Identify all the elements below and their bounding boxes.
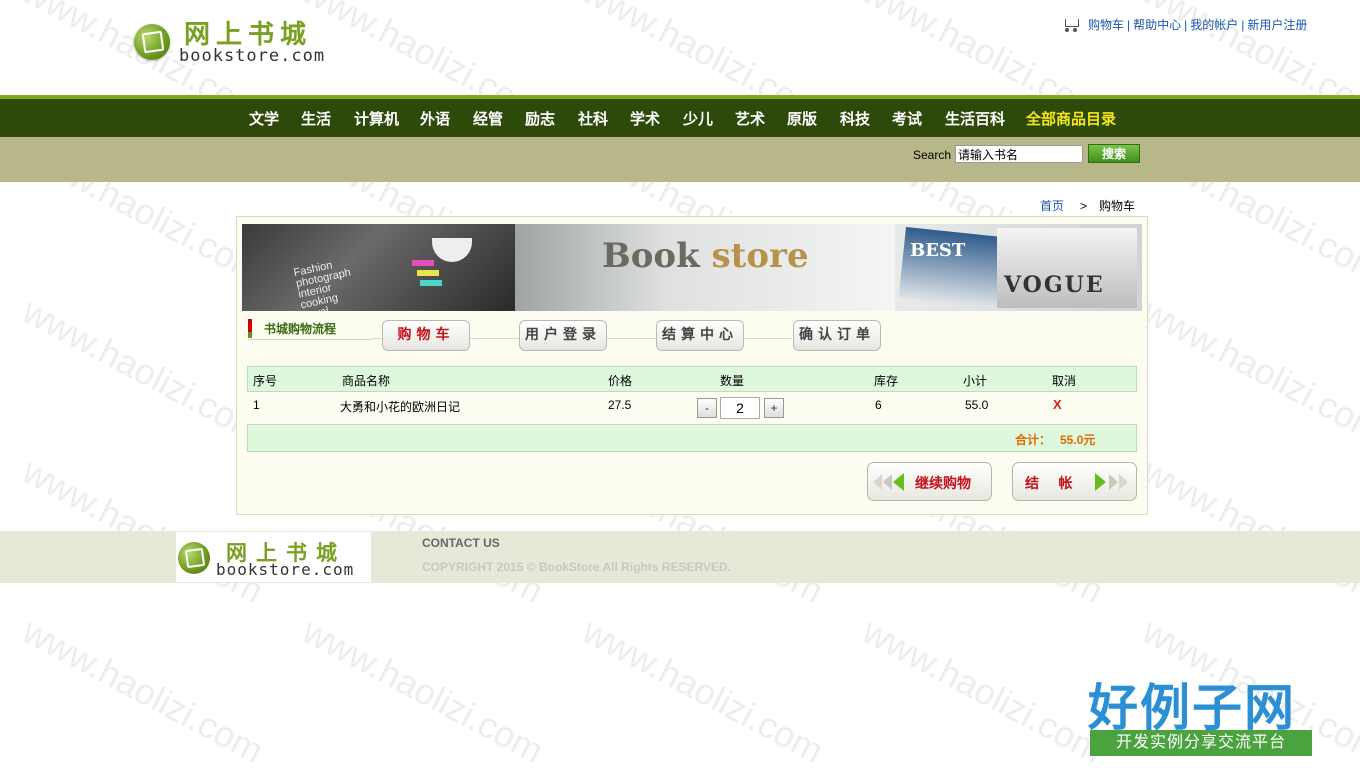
watermark-text: www.haolizi.com xyxy=(16,609,271,772)
nav-item-social-science[interactable]: 社科 xyxy=(578,108,608,129)
nav-item-children[interactable]: 少儿 xyxy=(683,108,713,129)
nav-item-life[interactable]: 生活 xyxy=(301,108,331,129)
row-book-name[interactable]: 大勇和小花的欧洲日记 xyxy=(340,398,460,415)
col-index: 序号 xyxy=(253,374,278,388)
col-name: 商品名称 xyxy=(342,374,391,388)
nav-item-inspiration[interactable]: 励志 xyxy=(525,108,555,129)
banner-brand: Book store xyxy=(602,236,809,276)
col-cancel: 取消 xyxy=(1052,374,1077,388)
search-input[interactable] xyxy=(955,145,1083,163)
nav-item-art[interactable]: 艺术 xyxy=(735,108,765,129)
row-index: 1 xyxy=(253,398,260,412)
link-account[interactable]: 我的帐户 xyxy=(1190,18,1238,32)
nav-item-technology[interactable]: 科技 xyxy=(840,108,870,129)
watermark-text: www.haolizi.com xyxy=(1136,289,1360,452)
nav-item-all-catalog[interactable]: 全部商品目录 xyxy=(1026,108,1116,129)
total-value: 55.0元 xyxy=(1060,433,1096,447)
nav-item-original[interactable]: 原版 xyxy=(787,108,817,129)
footer-logo-text-en: bookstore.com xyxy=(216,560,355,579)
top-links: 购物车 | 帮助中心 | 我的帐户 | 新用户注册 xyxy=(1062,16,1307,33)
row-price: 27.5 xyxy=(608,398,632,412)
logo-icon xyxy=(134,24,170,60)
search-bar xyxy=(0,137,1360,182)
magazine-title-2: VOGUE xyxy=(1004,272,1105,298)
total-label: 合计： xyxy=(1015,433,1052,447)
col-stock: 库存 xyxy=(874,374,899,388)
col-price: 价格 xyxy=(608,374,633,388)
search-button[interactable]: 搜索 xyxy=(1088,144,1140,163)
nav-item-literature[interactable]: 文学 xyxy=(249,108,279,129)
watermark-text: www.haolizi.com xyxy=(856,609,1111,772)
checkout-button[interactable]: 结 帐 xyxy=(1012,462,1137,501)
qty-input[interactable] xyxy=(720,397,760,419)
nav-item-academic[interactable]: 学术 xyxy=(630,108,660,129)
shopping-cart-icon xyxy=(1062,17,1080,32)
category-nav: 文学 生活 计算机 外语 经管 励志 社科 学术 少儿 艺术 原版 科技 考试 … xyxy=(0,99,1360,137)
step-checkout-center: 结算中心 xyxy=(656,320,744,351)
continue-shopping-button[interactable]: 继续购物 xyxy=(867,462,992,501)
total-bar xyxy=(247,424,1137,452)
nav-item-encyclopedia[interactable]: 生活百科 xyxy=(945,108,1005,129)
coffee-cup-image xyxy=(432,238,472,262)
banner-photo: Fashion photograph interior cooking nove… xyxy=(242,224,515,311)
flow-title: 书城购物流程 xyxy=(248,319,372,340)
watermark-text: www.haolizi.com xyxy=(576,609,831,772)
link-register[interactable]: 新用户注册 xyxy=(1247,18,1307,32)
copyright-text: COPYRIGHT 2015 © BookStore All Rights RE… xyxy=(422,560,731,574)
nav-item-exam[interactable]: 考试 xyxy=(892,108,922,129)
link-cart[interactable]: 购物车 xyxy=(1088,18,1124,32)
remove-item-button[interactable]: X xyxy=(1053,397,1062,412)
col-quantity: 数量 xyxy=(720,374,745,388)
nav-item-foreign-language[interactable]: 外语 xyxy=(420,108,450,129)
watermark-text: www.haolizi.com xyxy=(16,289,271,452)
contact-us-link[interactable]: CONTACT US xyxy=(422,536,500,550)
breadcrumb-current: 购物车 xyxy=(1099,199,1136,213)
breadcrumb-separator: > xyxy=(1080,199,1088,213)
step-confirm-order: 确认订单 xyxy=(793,320,881,351)
nav-item-computer[interactable]: 计算机 xyxy=(354,108,399,129)
nav-item-management[interactable]: 经管 xyxy=(473,108,503,129)
bookstore-banner: Fashion photograph interior cooking nove… xyxy=(242,224,1142,311)
back-arrow-icon xyxy=(873,474,882,490)
col-subtotal: 小计 xyxy=(963,374,988,388)
qty-decrement-button[interactable]: - xyxy=(697,398,717,418)
watermark-text: www.haolizi.com xyxy=(296,609,551,772)
footer-logo-icon xyxy=(178,542,210,574)
breadcrumb: 首页 > 购物车 xyxy=(1040,197,1135,214)
step-login: 用户登录 xyxy=(519,320,607,351)
qty-increment-button[interactable]: + xyxy=(764,398,784,418)
banner-photo-words: Fashion photograph interior cooking nove… xyxy=(292,259,352,311)
link-help[interactable]: 帮助中心 xyxy=(1133,18,1181,32)
forward-arrow-icon xyxy=(1095,473,1106,491)
step-cart: 购物车 xyxy=(382,320,470,351)
row-subtotal: 55.0 xyxy=(965,398,989,412)
corner-watermark: 好例子网 开发实例分享交流平台 xyxy=(1088,668,1312,758)
breadcrumb-home[interactable]: 首页 xyxy=(1040,199,1064,213)
search-label: Search xyxy=(913,148,952,162)
site-logo[interactable]: 网上书城 bookstore.com xyxy=(134,14,344,66)
logo-text-en: bookstore.com xyxy=(179,46,326,66)
magazine-title-1: BEST xyxy=(910,240,966,261)
footer-logo[interactable]: 网上书城 bookstore.com xyxy=(176,532,371,582)
row-stock: 6 xyxy=(875,398,882,412)
